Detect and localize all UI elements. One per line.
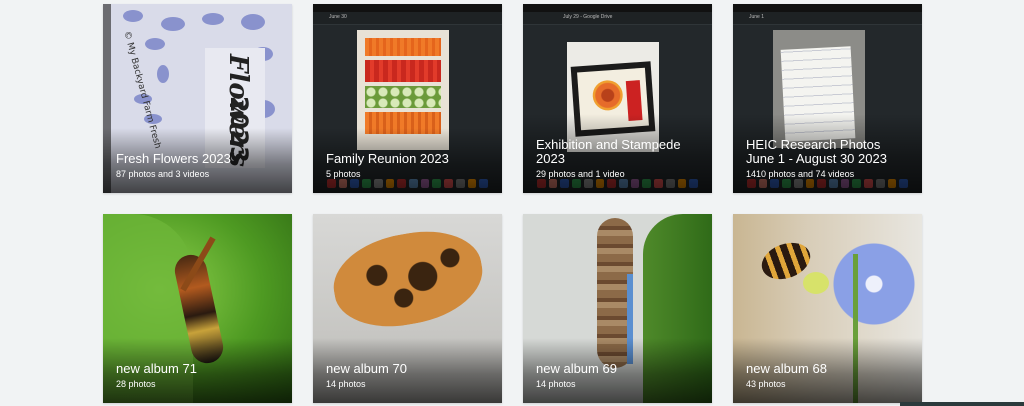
- album-card-new-album-71[interactable]: new album 71 28 photos: [103, 214, 292, 403]
- album-card-new-album-70[interactable]: new album 70 14 photos: [313, 214, 502, 403]
- album-title: new album 68: [746, 361, 827, 376]
- album-count: 14 photos: [536, 379, 576, 389]
- album-card-fresh-flowers[interactable]: Flowers 2023 © My Backyard Farm Fresh Fr…: [103, 4, 292, 193]
- screenshot-toolbar: June 30: [313, 12, 502, 25]
- album-card-new-album-68[interactable]: new album 68 43 photos: [733, 214, 922, 403]
- album-caption: new album 69 14 photos: [523, 338, 712, 403]
- album-caption: Exhibition and Stampede 2023 29 photos a…: [523, 114, 712, 193]
- album-card-family-reunion[interactable]: June 30 Family Reunion 2023 5 photos: [313, 4, 502, 193]
- album-count: 28 photos: [116, 379, 156, 389]
- screenshot-date: June 1: [749, 14, 765, 20]
- status-strip: [900, 402, 1024, 406]
- screenshot-menubar: [523, 4, 712, 12]
- album-caption: new album 70 14 photos: [313, 338, 502, 403]
- album-title: Fresh Flowers 2023: [116, 151, 231, 166]
- screenshot-tab: July 29 - Google Drive: [563, 14, 613, 20]
- flower-shape: [829, 224, 919, 344]
- album-count: 1410 photos and 74 videos: [746, 169, 855, 179]
- album-caption: Fresh Flowers 2023 87 photos and 3 video…: [103, 128, 292, 193]
- album-count: 14 photos: [326, 379, 366, 389]
- album-count: 5 photos: [326, 169, 361, 179]
- album-title: HEIC Research Photos June 1 - August 30 …: [746, 137, 887, 166]
- album-count: 29 photos and 1 video: [536, 169, 625, 179]
- album-title: new album 69: [536, 361, 617, 376]
- screenshot-date: June 30: [329, 14, 347, 20]
- album-caption: Family Reunion 2023 5 photos: [313, 128, 502, 193]
- screenshot-menubar: [313, 4, 502, 12]
- album-card-new-album-69[interactable]: new album 69 14 photos: [523, 214, 712, 403]
- album-card-exhibition-stampede[interactable]: July 29 - Google Drive Exhibition and St…: [523, 4, 712, 193]
- screenshot-menubar: [733, 4, 922, 12]
- album-grid: Flowers 2023 © My Backyard Farm Fresh Fr…: [0, 0, 1024, 406]
- album-title: Exhibition and Stampede 2023: [536, 137, 681, 166]
- album-caption: HEIC Research Photos June 1 - August 30 …: [733, 114, 922, 193]
- album-title: new album 71: [116, 361, 197, 376]
- album-caption: new album 68 43 photos: [733, 338, 922, 403]
- album-title: new album 70: [326, 361, 407, 376]
- album-count: 43 photos: [746, 379, 786, 389]
- screenshot-toolbar: June 1: [733, 12, 922, 25]
- album-caption: new album 71 28 photos: [103, 338, 292, 403]
- pupa-shape: [326, 221, 490, 337]
- album-count: 87 photos and 3 videos: [116, 169, 210, 179]
- screenshot-toolbar: July 29 - Google Drive: [523, 12, 712, 25]
- album-card-heic-research[interactable]: June 1 HEIC Research Photos June 1 - Aug…: [733, 4, 922, 193]
- album-title: Family Reunion 2023: [326, 151, 449, 166]
